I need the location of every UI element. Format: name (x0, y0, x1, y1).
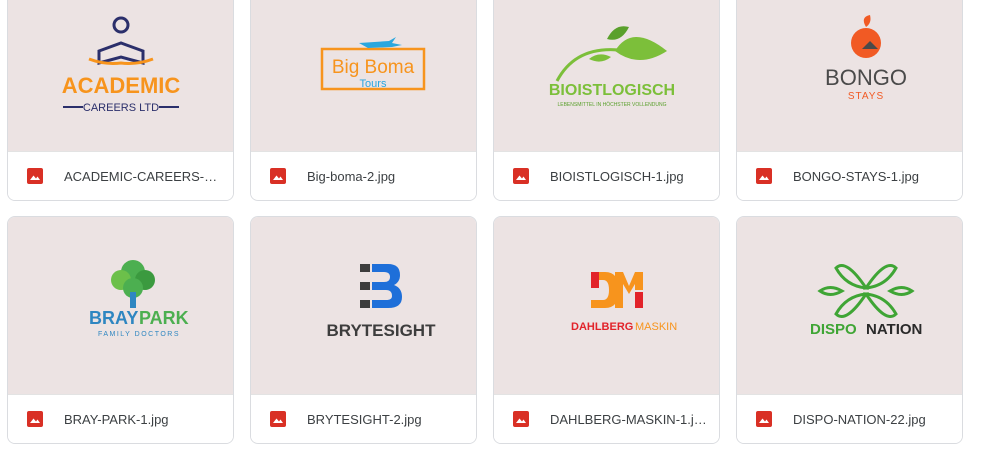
logo-title: BRYTESIGHT (326, 321, 436, 340)
logo-subtitle: STAYS (847, 91, 883, 102)
file-grid: ACADEMIC CAREERS LTD ACADEMIC-CAREERS-LT… (0, 0, 1001, 455)
logo-title-part2: MASKIN (635, 321, 677, 333)
file-name: DAHLBERG-MASKIN-1.jpg (550, 412, 708, 427)
file-thumbnail: BIOISTLOGISCH LEBENSMITTEL IN HÖCHSTER V… (494, 0, 719, 152)
file-name: ACADEMIC-CAREERS-LTD-1.jpg (64, 169, 222, 184)
image-file-icon (270, 168, 286, 184)
academic-careers-logo: ACADEMIC CAREERS LTD (61, 16, 180, 114)
bray-park-logo: BRAY PARK FAMILY DOCTORS (89, 260, 189, 338)
airplane-icon (358, 37, 402, 48)
file-thumbnail: Big Boma Tours (251, 0, 476, 152)
file-name: BRAY-PARK-1.jpg (64, 412, 169, 427)
file-footer: BRAY-PARK-1.jpg (8, 394, 233, 443)
logo-subtitle: CAREERS LTD (82, 102, 158, 114)
image-file-icon (27, 411, 43, 427)
file-thumbnail: DISPO NATION (737, 217, 962, 395)
fruit-icon (850, 28, 881, 58)
logo-title-part1: BRAY (89, 308, 138, 328)
file-footer: Big-boma-2.jpg (251, 151, 476, 200)
file-footer: ACADEMIC-CAREERS-LTD-1.jpg (8, 151, 233, 200)
leaf-icon (614, 37, 667, 60)
logo-title: ACADEMIC (61, 73, 180, 98)
logo-title: BIOISTLOGISCH (548, 82, 674, 99)
file-footer: DAHLBERG-MASKIN-1.jpg (494, 394, 719, 443)
file-card[interactable]: BIOISTLOGISCH LEBENSMITTEL IN HÖCHSTER V… (493, 0, 720, 201)
logo-title-part2: NATION (866, 321, 922, 338)
leaf-icon (606, 26, 629, 40)
file-card[interactable]: ACADEMIC CAREERS LTD ACADEMIC-CAREERS-LT… (7, 0, 234, 201)
file-thumbnail: BRYTESIGHT (251, 217, 476, 395)
image-file-icon (513, 168, 529, 184)
leaves-icon (816, 264, 915, 318)
file-thumbnail: BRAY PARK FAMILY DOCTORS (8, 217, 233, 395)
file-card[interactable]: BRAY PARK FAMILY DOCTORS BRAY-PARK-1.jpg (7, 216, 234, 444)
file-card[interactable]: Big Boma Tours Big-boma-2.jpg (250, 0, 477, 201)
file-footer: BIOISTLOGISCH-1.jpg (494, 151, 719, 200)
file-card[interactable]: DAHLBERG MASKIN DAHLBERG-MASKIN-1.jpg (493, 216, 720, 444)
file-card[interactable]: DISPO NATION DISPO-NATION-22.jpg (736, 216, 963, 444)
bioistlogisch-logo: BIOISTLOGISCH LEBENSMITTEL IN HÖCHSTER V… (548, 26, 675, 108)
file-name: BIOISTLOGISCH-1.jpg (550, 169, 684, 184)
b-letter-icon (371, 264, 402, 308)
image-file-icon (756, 168, 772, 184)
file-name: DISPO-NATION-22.jpg (793, 412, 926, 427)
dispo-nation-logo: DISPO NATION (810, 264, 922, 338)
logo-title-part1: DISPO (810, 321, 857, 338)
image-file-icon (270, 411, 286, 427)
file-card[interactable]: BONGO STAYS BONGO-STAYS-1.jpg (736, 0, 963, 201)
image-file-icon (756, 411, 772, 427)
book-icon (97, 41, 144, 65)
logo-subtitle: FAMILY DOCTORS (97, 331, 179, 338)
file-footer: DISPO-NATION-22.jpg (737, 394, 962, 443)
file-thumbnail: DAHLBERG MASKIN (494, 217, 719, 395)
logo-subtitle: Tours (359, 78, 386, 90)
file-footer: BONGO-STAYS-1.jpg (737, 151, 962, 200)
logo-title: Big Boma (331, 57, 414, 78)
file-name: BRYTESIGHT-2.jpg (307, 412, 422, 427)
image-file-icon (27, 168, 43, 184)
file-card[interactable]: BRYTESIGHT BRYTESIGHT-2.jpg (250, 216, 477, 444)
bongo-stays-logo: BONGO STAYS (825, 15, 907, 102)
logo-title-part1: DAHLBERG (571, 321, 633, 333)
logo-title-part2: PARK (139, 308, 189, 328)
brytesight-logo: BRYTESIGHT (326, 264, 436, 340)
logo-title: BONGO (825, 65, 907, 90)
person-head-icon (112, 16, 129, 34)
file-thumbnail: ACADEMIC CAREERS LTD (8, 0, 233, 152)
image-file-icon (513, 411, 529, 427)
big-boma-logo: Big Boma Tours (320, 37, 425, 91)
dahlberg-maskin-logo: DAHLBERG MASKIN (571, 272, 677, 333)
file-footer: BRYTESIGHT-2.jpg (251, 394, 476, 443)
file-name: Big-boma-2.jpg (307, 169, 396, 184)
file-thumbnail: BONGO STAYS (737, 0, 962, 152)
file-name: BONGO-STAYS-1.jpg (793, 169, 919, 184)
logo-subtitle: LEBENSMITTEL IN HÖCHSTER VOLLENDUNG (557, 101, 666, 108)
